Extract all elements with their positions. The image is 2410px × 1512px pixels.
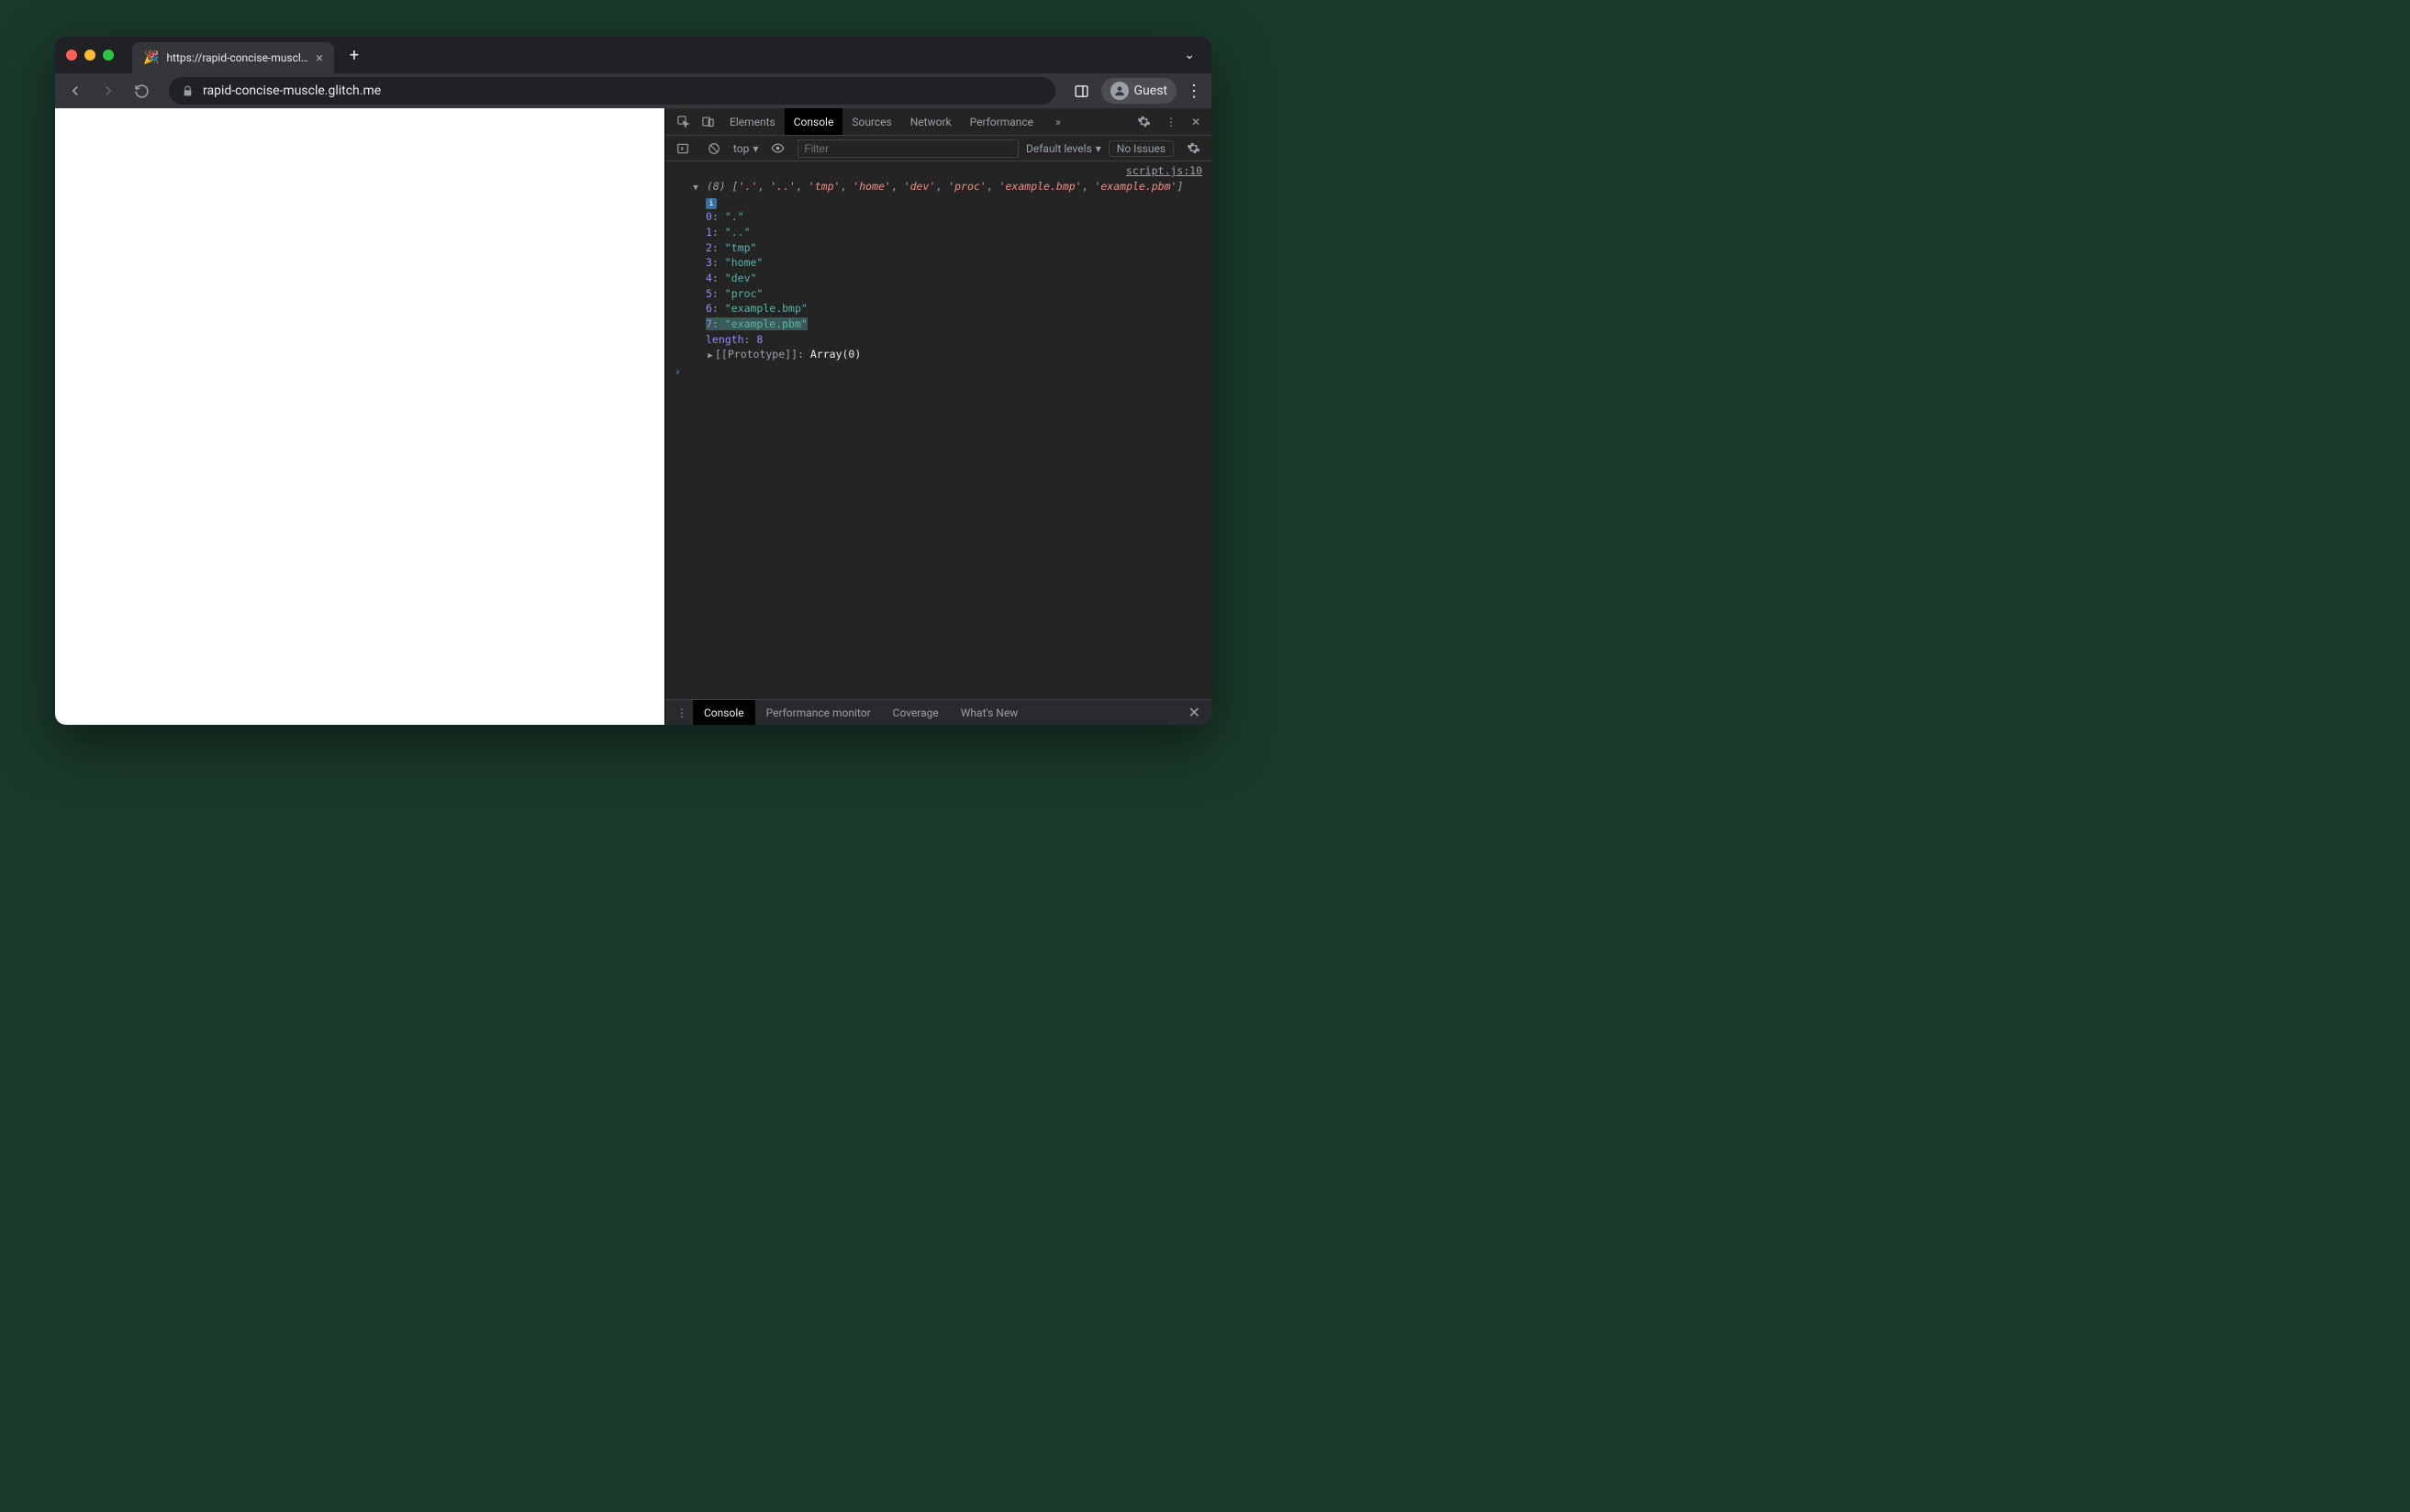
console-log-line[interactable]: (8) ['.', '..', 'tmp', 'home', 'dev', 'p…: [669, 179, 1208, 195]
profile-chip[interactable]: Guest: [1101, 78, 1177, 104]
new-tab-button[interactable]: +: [341, 42, 367, 68]
drawer-close-button[interactable]: ✕: [1183, 704, 1206, 721]
array-length-row: length: 8: [706, 332, 1208, 348]
url-text: rapid-concise-muscle.glitch.me: [203, 83, 381, 98]
expand-caret-icon[interactable]: [706, 347, 715, 362]
drawer-tab-console[interactable]: Console: [693, 700, 755, 725]
array-item-row[interactable]: 3: "home": [706, 255, 1208, 271]
content-area: Elements Console Sources Network Perform…: [55, 108, 1211, 725]
devtools-close-button[interactable]: ✕: [1186, 108, 1206, 135]
address-bar[interactable]: rapid-concise-muscle.glitch.me: [169, 77, 1055, 105]
drawer-tab-whatsnew[interactable]: What's New: [950, 700, 1029, 725]
forward-button[interactable]: [97, 80, 119, 102]
browser-window: 🎉 https://rapid-concise-muscle.g × + ⌄ r…: [55, 37, 1211, 725]
levels-label: Default levels: [1026, 142, 1092, 155]
minimize-window-button[interactable]: [84, 50, 95, 61]
console-settings-button[interactable]: [1181, 136, 1206, 161]
devtools-settings-button[interactable]: [1132, 108, 1156, 135]
tab-strip: 🎉 https://rapid-concise-muscle.g × + ⌄: [55, 37, 1211, 73]
devtools-menu-button[interactable]: ⋮: [1160, 108, 1182, 135]
console-prompt[interactable]: ›: [669, 362, 1208, 382]
array-count: (8): [707, 180, 726, 193]
reload-button[interactable]: [130, 80, 152, 102]
console-sidebar-toggle[interactable]: [671, 136, 695, 161]
devtools-drawer: ⋮ Console Performance monitor Coverage W…: [665, 699, 1211, 725]
info-icon: i: [706, 198, 717, 209]
browser-menu-button[interactable]: ⋮: [1186, 82, 1202, 101]
tab-title: https://rapid-concise-muscle.g: [166, 51, 308, 64]
console-filter-input[interactable]: [798, 139, 1019, 158]
log-levels-selector[interactable]: Default levels ▾: [1026, 142, 1101, 155]
devtools-tabbar: Elements Console Sources Network Perform…: [665, 108, 1211, 136]
drawer-menu-button[interactable]: ⋮: [671, 706, 693, 719]
toolbar-right: Guest ⋮: [1072, 78, 1202, 104]
devtools-panel: Elements Console Sources Network Perform…: [664, 108, 1211, 725]
tab-sources[interactable]: Sources: [842, 108, 900, 135]
array-item-row[interactable]: 2: "tmp": [706, 240, 1208, 256]
chevron-down-icon: ▾: [1096, 142, 1101, 155]
array-item-row[interactable]: 6: "example.bmp": [706, 301, 1208, 317]
browser-tab[interactable]: 🎉 https://rapid-concise-muscle.g ×: [132, 42, 334, 73]
drawer-tab-coverage[interactable]: Coverage: [882, 700, 950, 725]
side-panel-button[interactable]: [1072, 81, 1092, 101]
device-toolbar-button[interactable]: [696, 108, 720, 135]
window-controls: [66, 50, 114, 61]
array-item-row[interactable]: 1: "..": [706, 225, 1208, 240]
lock-icon: [182, 85, 194, 97]
back-button[interactable]: [64, 80, 86, 102]
inspect-element-button[interactable]: [671, 108, 696, 135]
clear-console-button[interactable]: [702, 136, 726, 161]
tab-console[interactable]: Console: [785, 108, 843, 135]
tab-network[interactable]: Network: [901, 108, 961, 135]
maximize-window-button[interactable]: [103, 50, 114, 61]
toolbar: rapid-concise-muscle.glitch.me Guest ⋮: [55, 73, 1211, 108]
execution-context-selector[interactable]: top ▾: [733, 142, 758, 155]
more-tabs-button[interactable]: »: [1046, 108, 1070, 135]
array-item-row[interactable]: 4: "dev": [706, 271, 1208, 286]
close-window-button[interactable]: [66, 50, 77, 61]
tab-close-button[interactable]: ×: [316, 50, 323, 66]
tab-elements[interactable]: Elements: [720, 108, 785, 135]
array-items: 0: "."1: ".."2: "tmp"3: "home"4: "dev"5:…: [669, 209, 1208, 331]
array-prototype-row[interactable]: [[Prototype]]: Array(0): [706, 347, 1208, 362]
tabs-dropdown-button[interactable]: ⌄: [1184, 48, 1200, 62]
avatar-icon: [1110, 82, 1129, 100]
drawer-tab-perfmon[interactable]: Performance monitor: [755, 700, 882, 725]
array-item-row[interactable]: 0: ".": [706, 209, 1208, 225]
console-toolbar: top ▾ Default levels ▾ No Issues: [665, 136, 1211, 161]
profile-label: Guest: [1134, 83, 1167, 98]
favicon-icon: 🎉: [143, 50, 159, 65]
source-link[interactable]: script.js:10: [1126, 163, 1202, 179]
context-label: top: [733, 142, 749, 155]
chevron-down-icon: ▾: [753, 142, 758, 155]
expand-caret-icon[interactable]: [691, 179, 700, 195]
page-viewport[interactable]: [55, 108, 664, 725]
array-item-row[interactable]: 5: "proc": [706, 286, 1208, 302]
live-expression-button[interactable]: [765, 136, 790, 161]
tab-performance[interactable]: Performance: [961, 108, 1043, 135]
array-item-row[interactable]: 7: "example.pbm": [706, 317, 1208, 332]
issues-button[interactable]: No Issues: [1109, 140, 1174, 157]
console-output[interactable]: script.js:10 (8) ['.', '..', 'tmp', 'hom…: [665, 161, 1211, 699]
